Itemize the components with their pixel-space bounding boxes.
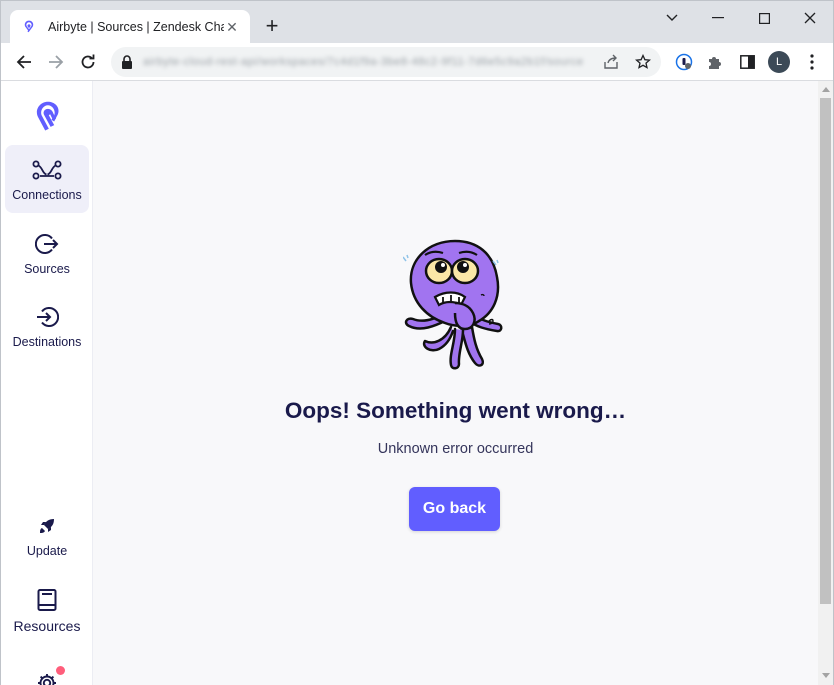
browser-toolbar: airbyte-cloud-rest-api/workspaces/7c4d1f…	[1, 43, 833, 81]
gear-icon	[32, 665, 65, 685]
rocket-icon	[32, 513, 62, 539]
sidebar-item-label: Connections	[12, 187, 82, 202]
book-icon	[32, 587, 62, 613]
bookmark-star-icon[interactable]	[633, 52, 653, 72]
airbyte-logo-icon[interactable]	[29, 99, 65, 135]
share-icon[interactable]	[601, 52, 621, 72]
browser-tab[interactable]: Airbyte | Sources | Zendesk Chat ✕	[10, 10, 250, 44]
minimize-icon[interactable]	[695, 5, 741, 31]
lock-icon	[121, 55, 133, 69]
error-message: Unknown error occurred	[377, 441, 534, 457]
sidebar-item-sources[interactable]: Sources	[5, 219, 89, 287]
sidebar-item-destinations[interactable]: Destinations	[5, 292, 89, 360]
extensions-puzzle-icon[interactable]	[704, 51, 726, 73]
tab-strip: Airbyte | Sources | Zendesk Chat ✕ +	[1, 1, 833, 44]
new-tab-button[interactable]: +	[260, 14, 284, 38]
profile-avatar[interactable]: L	[768, 51, 790, 73]
sidebar-item-label: Resources	[13, 617, 81, 634]
profile-initial: L	[768, 51, 790, 73]
forward-arrow-icon[interactable]	[43, 49, 69, 75]
sources-icon	[32, 231, 62, 257]
sidebar-item-label: Destinations	[12, 334, 82, 349]
connections-icon	[32, 157, 62, 183]
main-content: Oops! Something went wrong… Unknown erro…	[93, 81, 818, 685]
error-title: Oops! Something went wrong…	[284, 398, 627, 423]
reload-icon[interactable]	[75, 49, 101, 75]
sidebar-item-update[interactable]: Update	[5, 501, 89, 569]
airbyte-favicon-icon	[20, 18, 38, 36]
back-arrow-icon[interactable]	[11, 49, 37, 75]
sidebar-item-resources[interactable]: Resources	[5, 576, 89, 644]
password-manager-icon[interactable]	[673, 51, 695, 73]
sidebar-item-connections[interactable]: Connections	[5, 145, 89, 213]
go-back-button[interactable]: Go back	[409, 487, 500, 531]
maximize-icon[interactable]	[741, 5, 787, 31]
more-menu-icon[interactable]	[801, 51, 823, 73]
octopus-illustration-icon	[402, 239, 507, 371]
tab-search-icon[interactable]	[649, 5, 695, 31]
side-panel-icon[interactable]	[736, 51, 758, 73]
scroll-down-arrow-icon[interactable]	[822, 673, 830, 678]
vertical-scrollbar[interactable]	[818, 81, 833, 685]
scroll-up-arrow-icon[interactable]	[822, 87, 830, 92]
close-window-icon[interactable]	[787, 5, 833, 31]
sidebar-item-settings[interactable]	[5, 651, 89, 685]
notification-badge	[56, 665, 65, 675]
address-bar[interactable]: airbyte-cloud-rest-api/workspaces/7c4d1f…	[111, 47, 661, 77]
sidebar-item-label: Sources	[24, 261, 70, 276]
sidebar: Connections Sources Destinations Update	[1, 81, 93, 685]
tab-title: Airbyte | Sources | Zendesk Chat	[48, 20, 224, 34]
destinations-icon	[32, 304, 62, 330]
tab-close-icon[interactable]: ✕	[224, 19, 240, 35]
sidebar-item-label: Update	[26, 543, 68, 558]
scrollbar-thumb[interactable]	[820, 98, 831, 604]
browser-window: Airbyte | Sources | Zendesk Chat ✕ + air…	[0, 0, 834, 685]
url-text: airbyte-cloud-rest-api/workspaces/7c4d1f…	[143, 56, 584, 68]
app-viewport: Connections Sources Destinations Update	[1, 81, 833, 685]
